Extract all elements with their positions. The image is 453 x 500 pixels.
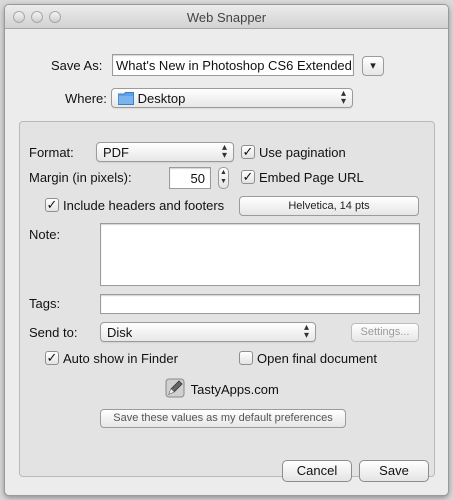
include-headers-checkbox[interactable]: ✓ — [45, 198, 59, 212]
send-to-popup[interactable]: Disk ▴ ▾ — [100, 322, 316, 342]
save-as-field[interactable]: What's New in Photoshop CS6 Extended — [112, 54, 354, 76]
auto-show-checkbox[interactable]: ✓ — [45, 351, 59, 365]
send-to-value: Disk — [107, 325, 133, 340]
cancel-button[interactable]: Cancel — [282, 460, 352, 482]
format-value: PDF — [103, 145, 129, 160]
send-to-label: Send to: — [29, 325, 78, 340]
tags-field[interactable] — [100, 294, 420, 314]
use-pagination-label: Use pagination — [259, 145, 346, 160]
settings-button[interactable]: Settings... — [351, 323, 419, 342]
margin-field[interactable]: 50 — [169, 167, 211, 189]
include-headers-label: Include headers and footers — [63, 198, 225, 213]
where-label: Where: — [65, 91, 107, 106]
tastyapps-link[interactable]: TastyApps.com — [165, 378, 279, 400]
open-final-label: Open final document — [257, 351, 377, 366]
note-label: Note: — [29, 227, 61, 242]
popup-arrows-icon: ▴ ▾ — [340, 88, 346, 107]
folder-icon — [117, 92, 134, 105]
where-value: Desktop — [137, 91, 186, 106]
pen-icon — [165, 378, 185, 398]
auto-show-label: Auto show in Finder — [63, 351, 178, 366]
save-button[interactable]: Save — [359, 460, 429, 482]
web-snapper-window: Web Snapper Save As: What's New in Photo… — [4, 4, 449, 496]
format-popup[interactable]: PDF ▴ ▾ — [96, 142, 234, 162]
open-final-checkbox[interactable] — [239, 351, 253, 365]
margin-stepper[interactable]: ▲ ▼ — [218, 167, 229, 189]
popup-arrows-icon: ▴ ▾ — [221, 142, 227, 161]
expand-save-dialog-button[interactable]: ▾ — [362, 56, 384, 76]
tastyapps-text: TastyApps.com — [190, 382, 279, 397]
save-as-label: Save As: — [51, 58, 103, 73]
format-label: Format: — [29, 145, 74, 160]
embed-url-label: Embed Page URL — [259, 170, 364, 185]
popup-arrows-icon: ▴ ▾ — [303, 322, 309, 341]
where-popup[interactable]: Desktop ▴ ▾ — [111, 88, 353, 108]
font-button[interactable]: Helvetica, 14 pts — [239, 196, 419, 216]
save-defaults-button[interactable]: Save these values as my default preferen… — [100, 409, 346, 428]
title-bar[interactable]: Web Snapper — [5, 5, 448, 29]
embed-url-checkbox[interactable]: ✓ — [241, 170, 255, 184]
margin-label: Margin (in pixels): — [29, 170, 132, 185]
note-textarea[interactable] — [100, 223, 420, 286]
tags-label: Tags: — [29, 296, 61, 311]
window-title: Web Snapper — [186, 10, 267, 25]
use-pagination-checkbox[interactable]: ✓ — [241, 145, 255, 159]
